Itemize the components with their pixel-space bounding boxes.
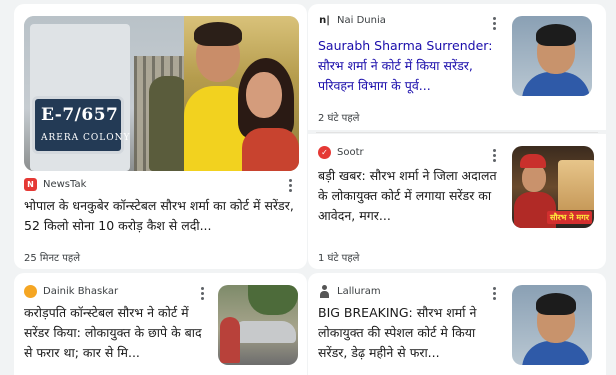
article-thumbnail[interactable] — [512, 285, 592, 365]
news-card-newstak[interactable]: E-7/657 ARERA COLONY N NewsTak भोपाल के … — [14, 4, 307, 269]
article-headline[interactable]: भोपाल के धनकुबेर कॉन्स्टेबल सौरभ शर्मा क… — [24, 196, 299, 236]
article-headline[interactable]: Saurabh Sharma Surrender: सौरभ शर्मा ने … — [318, 36, 502, 96]
article-thumbnail[interactable]: सौरभ ने मगर — [512, 146, 594, 228]
news-card-naidunia[interactable]: n| Nai Dunia Saurabh Sharma Surrender: स… — [308, 4, 606, 130]
article-source: Dainik Bhaskar — [24, 285, 118, 298]
article-source: Lalluram — [318, 285, 381, 298]
article-source: N NewsTak — [24, 178, 86, 191]
more-options-icon[interactable] — [284, 176, 296, 194]
house-nameplate: E-7/657 ARERA COLONY — [32, 96, 129, 154]
lalluram-logo-icon — [318, 285, 331, 298]
article-source: n| Nai Dunia — [318, 14, 386, 27]
article-time: 2 घंटे पहले — [318, 113, 360, 124]
source-name: Sootr — [337, 147, 364, 158]
more-options-icon[interactable] — [196, 284, 208, 302]
article-headline[interactable]: BIG BREAKING: सौरभ शर्मा ने लोकायुक्त की… — [318, 303, 508, 363]
newstak-logo-icon: N — [24, 178, 37, 191]
source-name: NewsTak — [43, 179, 87, 190]
plate-number: E-7/657 — [41, 105, 119, 125]
divider — [316, 132, 598, 133]
dainik-bhaskar-logo-icon — [24, 285, 37, 298]
more-options-icon[interactable] — [488, 14, 500, 32]
naidunia-logo-icon: n| — [319, 15, 330, 26]
article-headline[interactable]: बड़ी खबर: सौरभ शर्मा ने जिला अदालत के लो… — [318, 166, 508, 226]
news-card-dainik-bhaskar[interactable]: Dainik Bhaskar करोड़पति कॉन्स्टेबल सौरभ … — [14, 273, 307, 375]
article-headline[interactable]: करोड़पति कॉन्स्टेबल सौरभ ने कोर्ट में सर… — [24, 303, 212, 363]
couple-photo — [184, 16, 299, 171]
article-thumbnail[interactable] — [512, 16, 592, 96]
source-name: Lalluram — [337, 286, 381, 297]
article-time: 1 घंटे पहले — [318, 253, 360, 264]
plate-text: ARERA COLONY — [41, 133, 131, 143]
article-source: ✓ Sootr — [318, 146, 364, 159]
sootr-logo-icon: ✓ — [318, 146, 331, 159]
house-gate-photo: E-7/657 ARERA COLONY — [24, 16, 189, 171]
source-name: Nai Dunia — [337, 15, 386, 26]
more-options-icon[interactable] — [488, 146, 500, 164]
article-thumbnail[interactable] — [218, 285, 298, 365]
article-image[interactable]: E-7/657 ARERA COLONY — [24, 16, 299, 171]
article-time: 25 मिनट पहले — [24, 253, 81, 264]
source-name: Dainik Bhaskar — [43, 286, 119, 297]
news-card-lalluram[interactable]: Lalluram BIG BREAKING: सौरभ शर्मा ने लोक… — [308, 273, 606, 375]
thumbnail-caption: सौरभ ने मगर — [547, 211, 592, 224]
news-card-sootr[interactable]: ✓ Sootr बड़ी खबर: सौरभ शर्मा ने जिला अदा… — [308, 134, 606, 269]
more-options-icon[interactable] — [488, 284, 500, 302]
